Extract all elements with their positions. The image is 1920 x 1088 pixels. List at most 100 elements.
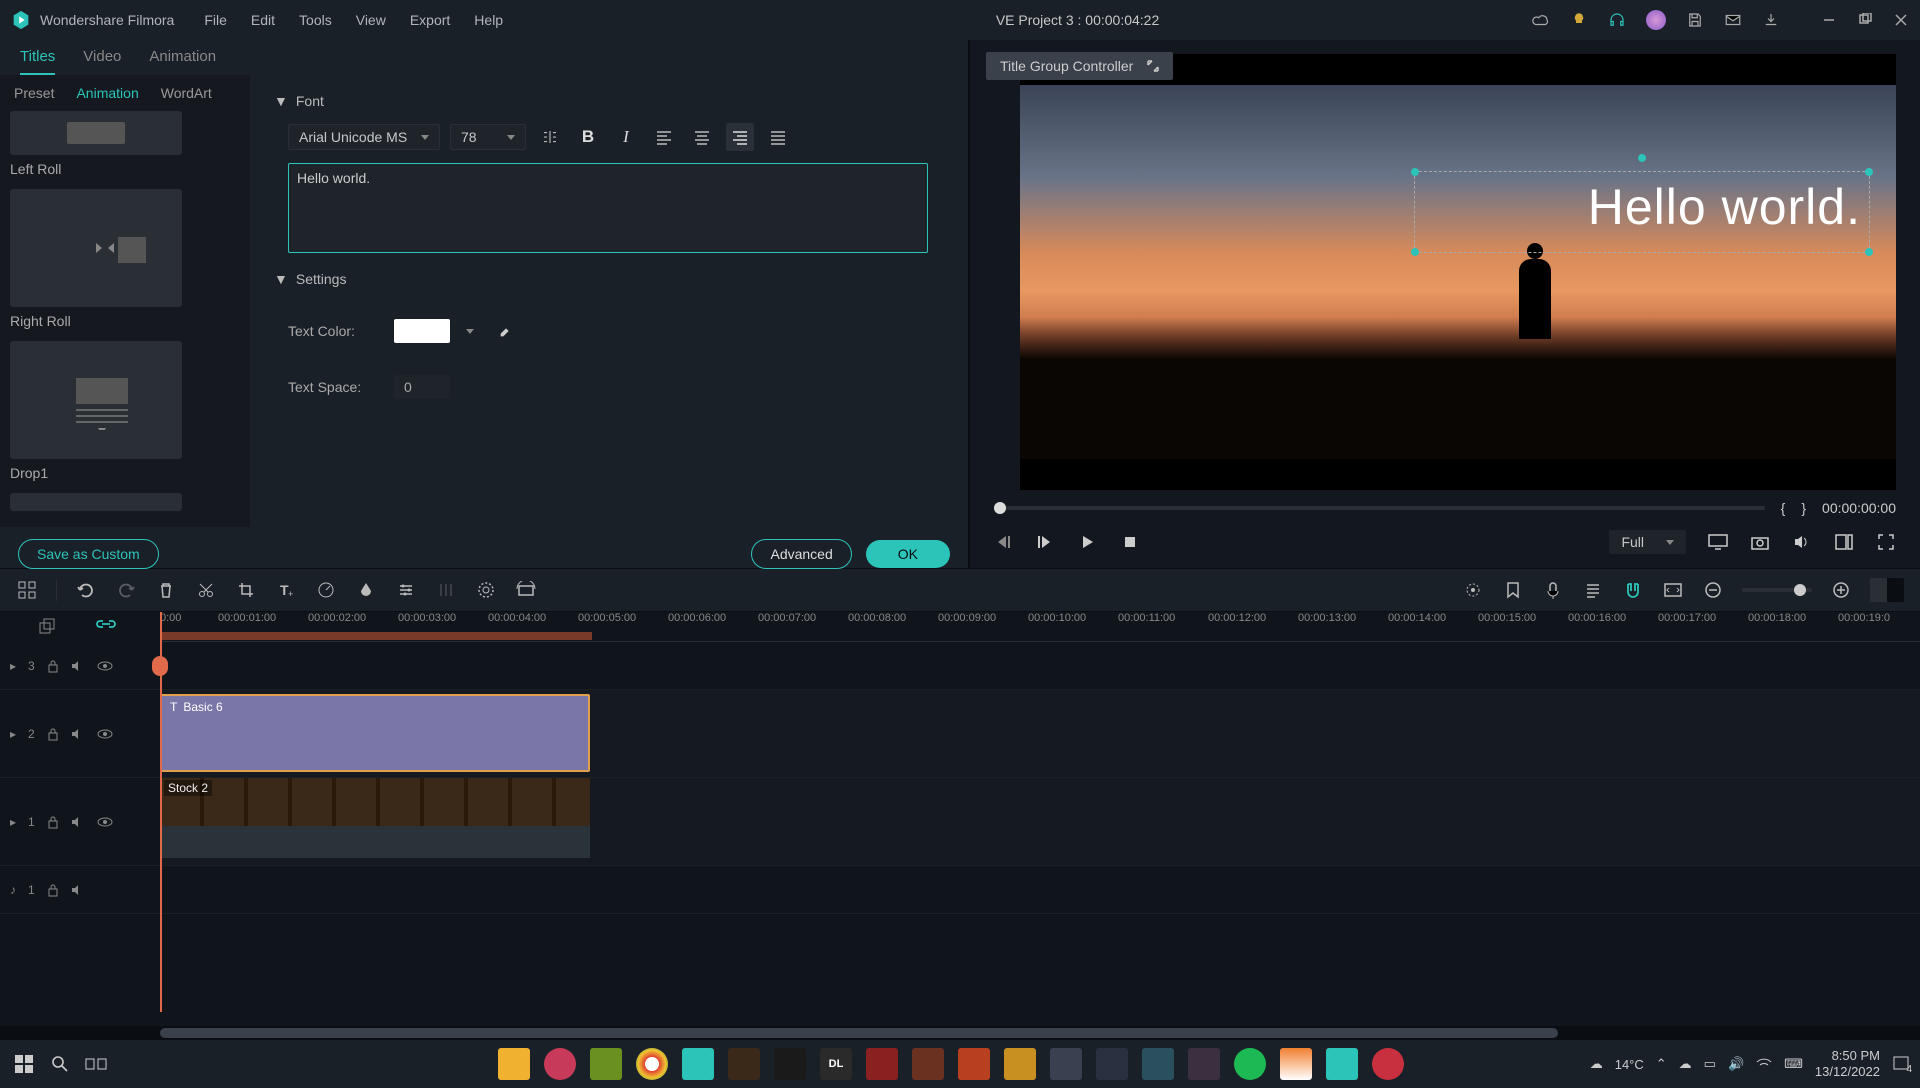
voiceover-icon[interactable] — [1542, 579, 1564, 601]
weather-icon[interactable]: ☁ — [1590, 1056, 1603, 1072]
menu-help[interactable]: Help — [474, 12, 503, 28]
menu-edit[interactable]: Edit — [251, 12, 275, 28]
motion-icon[interactable] — [515, 579, 537, 601]
preset-thumb-right-roll[interactable] — [10, 189, 182, 307]
align-center-button[interactable] — [688, 123, 716, 151]
display-icon[interactable] — [1708, 532, 1728, 552]
next-frame-icon[interactable] — [1036, 532, 1056, 552]
section-settings[interactable]: ▼ Settings — [274, 271, 944, 287]
lightbulb-icon[interactable] — [1570, 11, 1588, 29]
menu-tools[interactable]: Tools — [299, 12, 332, 28]
time-ruler[interactable]: 0:00 00:00:01:00 00:00:02:00 00:00:03:00… — [160, 612, 1920, 642]
track-1-body[interactable]: Stock 2 — [160, 778, 1920, 865]
visibility-icon[interactable] — [97, 817, 113, 827]
keyframe-icon[interactable] — [435, 579, 457, 601]
app-game10-icon[interactable] — [1188, 1048, 1220, 1080]
app-dl-icon[interactable]: DL — [820, 1048, 852, 1080]
snapshot-icon[interactable] — [1750, 532, 1770, 552]
font-family-dropdown[interactable]: Arial Unicode MS — [288, 124, 440, 150]
handle-bl[interactable] — [1411, 248, 1419, 256]
visibility-icon[interactable] — [97, 661, 113, 671]
avatar-icon[interactable] — [1646, 10, 1666, 30]
visibility-icon[interactable] — [97, 729, 113, 739]
video-clip-audio[interactable] — [160, 826, 590, 858]
app-game3-icon[interactable] — [866, 1048, 898, 1080]
mark-out[interactable]: } — [1801, 500, 1806, 516]
handle-br[interactable] — [1865, 248, 1873, 256]
tray-battery-icon[interactable]: ▭ — [1704, 1056, 1716, 1072]
zoom-out-icon[interactable] — [1702, 579, 1724, 601]
taskview-icon[interactable] — [82, 1050, 110, 1078]
scrollbar-thumb[interactable] — [160, 1028, 1558, 1038]
scrub-track[interactable] — [994, 506, 1765, 510]
zoom-thumb[interactable] — [1794, 584, 1806, 596]
app-red-icon[interactable] — [1372, 1048, 1404, 1080]
text-icon[interactable]: T+ — [275, 579, 297, 601]
handle-rotate[interactable] — [1638, 154, 1646, 162]
app-game9-icon[interactable] — [1142, 1048, 1174, 1080]
zoom-in-icon[interactable] — [1830, 579, 1852, 601]
selection-box[interactable] — [1414, 171, 1870, 253]
track-type-icon[interactable]: ▸ — [10, 659, 16, 673]
mute-icon[interactable] — [71, 660, 85, 672]
quality-dropdown[interactable]: Full — [1609, 530, 1686, 554]
menu-export[interactable]: Export — [410, 12, 450, 28]
notifications-icon[interactable]: 4 — [1892, 1055, 1910, 1073]
fit-icon[interactable] — [1662, 579, 1684, 601]
menu-file[interactable]: File — [204, 12, 227, 28]
save-custom-button[interactable]: Save as Custom — [18, 539, 159, 569]
ok-button[interactable]: OK — [866, 540, 950, 568]
app-game7-icon[interactable] — [1050, 1048, 1082, 1080]
prev-frame-icon[interactable] — [994, 532, 1014, 552]
align-right-button[interactable] — [726, 123, 754, 151]
save-icon[interactable] — [1686, 11, 1704, 29]
app-game2-icon[interactable] — [774, 1048, 806, 1080]
adjust-icon[interactable] — [395, 579, 417, 601]
advanced-button[interactable]: Advanced — [751, 539, 851, 569]
menu-view[interactable]: View — [356, 12, 386, 28]
delete-icon[interactable] — [155, 579, 177, 601]
subtab-wordart[interactable]: WordArt — [161, 85, 212, 101]
preset-thumb-partial[interactable] — [10, 111, 182, 155]
text-color-swatch[interactable] — [394, 319, 450, 343]
subtab-animation[interactable]: Animation — [76, 85, 138, 101]
handle-tl[interactable] — [1411, 168, 1419, 176]
speed-icon[interactable] — [315, 579, 337, 601]
app-vlc-icon[interactable] — [1280, 1048, 1312, 1080]
scrub-thumb[interactable] — [994, 502, 1006, 514]
track-type-icon[interactable]: ▸ — [10, 727, 16, 741]
app-game1-icon[interactable] — [728, 1048, 760, 1080]
expand-icon[interactable] — [1147, 60, 1159, 72]
handle-tr[interactable] — [1865, 168, 1873, 176]
tab-titles[interactable]: Titles — [20, 48, 55, 75]
align-left-button[interactable] — [650, 123, 678, 151]
track-type-icon[interactable]: ▸ — [10, 815, 16, 829]
weather-temp[interactable]: 14°C — [1615, 1057, 1644, 1072]
maximize-icon[interactable] — [1856, 11, 1874, 29]
tray-chevron-icon[interactable]: ⌃ — [1656, 1056, 1667, 1072]
lock-icon[interactable] — [47, 727, 59, 741]
copy-track-icon[interactable] — [38, 618, 56, 636]
app-filmora2-icon[interactable] — [1326, 1048, 1358, 1080]
tray-lang-icon[interactable]: ⌨ — [1784, 1056, 1803, 1072]
title-group-controller[interactable]: Title Group Controller — [986, 52, 1173, 80]
link-icon[interactable] — [96, 620, 116, 634]
download-icon[interactable] — [1762, 11, 1780, 29]
color-icon[interactable] — [355, 579, 377, 601]
preview-viewport[interactable]: Hello world. — [1020, 54, 1896, 490]
tab-video[interactable]: Video — [83, 48, 121, 75]
bold-button[interactable]: B — [574, 123, 602, 151]
track-type-icon[interactable]: ♪ — [10, 883, 16, 897]
preset-thumb-drop1[interactable] — [10, 341, 182, 459]
cloud-icon[interactable] — [1532, 11, 1550, 29]
tray-volume-icon[interactable]: 🔊 — [1728, 1056, 1744, 1072]
view-toggle[interactable] — [1870, 578, 1904, 602]
stop-icon[interactable] — [1120, 532, 1140, 552]
title-text-input[interactable]: Hello world. — [288, 163, 928, 253]
app-game8-icon[interactable] — [1096, 1048, 1128, 1080]
lock-icon[interactable] — [47, 883, 59, 897]
chevron-down-icon[interactable] — [466, 329, 474, 334]
mute-icon[interactable] — [71, 728, 85, 740]
spacing-button[interactable] — [536, 123, 564, 151]
app-filmora-icon[interactable] — [682, 1048, 714, 1080]
